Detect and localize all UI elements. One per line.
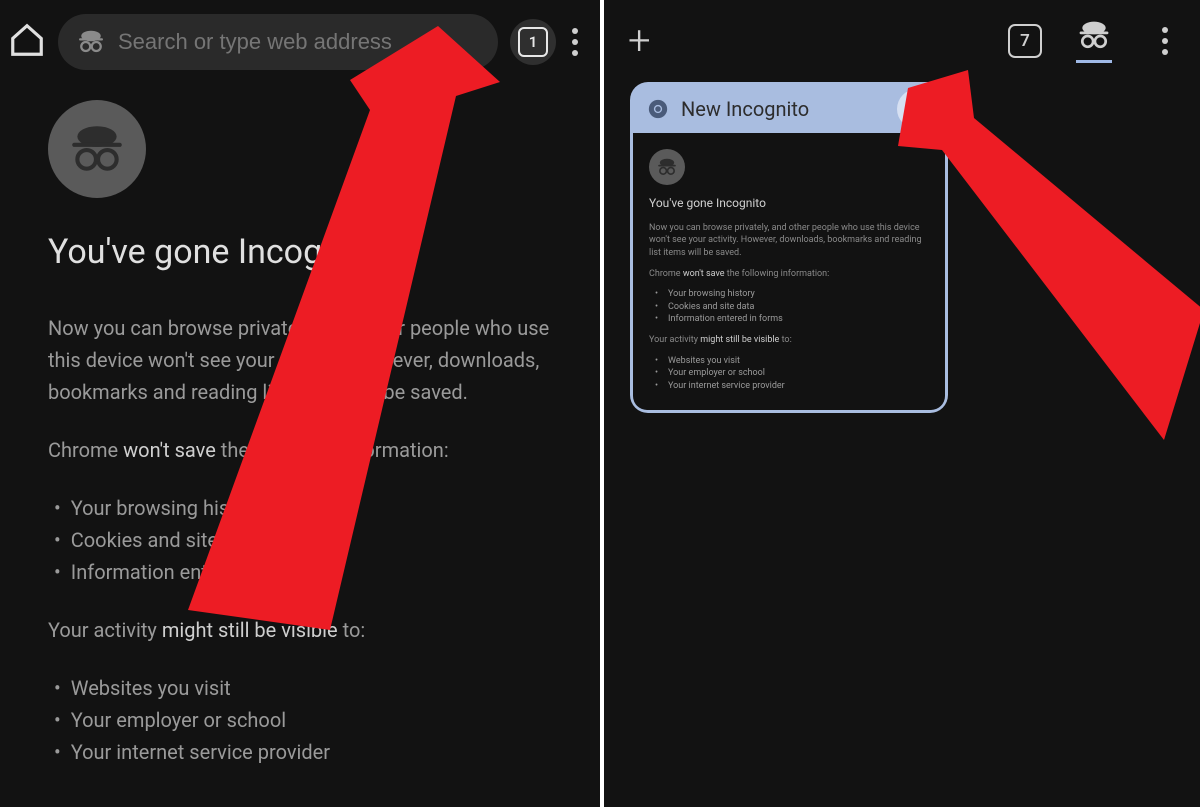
incognito-info: You've gone Incognito Now you can browse… (0, 70, 600, 768)
list-item: Information entered in forms (649, 313, 929, 326)
new-tab-icon[interactable]: + (628, 21, 651, 61)
thumb-intro: Now you can browse privately, and other … (649, 222, 929, 260)
incognito-screen: 1 You've gone Incognito Now you can brow… (0, 0, 604, 807)
list-item: Your internet service provider (649, 380, 929, 393)
overflow-menu-icon[interactable] (562, 22, 592, 62)
incognito-icon (76, 27, 106, 57)
search-input[interactable] (116, 28, 480, 56)
close-icon (907, 99, 927, 119)
wont-save-label: Chrome won't save the following informat… (48, 434, 552, 466)
list-item: Your browsing history (649, 288, 929, 301)
incognito-icon (48, 100, 146, 198)
chrome-icon (647, 98, 669, 120)
tab-count-value: 1 (518, 27, 548, 57)
incognito-intro: Now you can browse privately, and other … (48, 312, 552, 408)
tab-card-header: New Incognito (633, 85, 945, 133)
tab-switcher-toolbar: + 7 (604, 0, 1200, 63)
tab-title: New Incognito (681, 97, 897, 121)
visible-list: Websites you visitYour employer or schoo… (48, 672, 552, 768)
thumb-visible-list: Websites you visitYour employer or schoo… (649, 355, 929, 393)
home-icon[interactable] (8, 21, 46, 63)
thumb-wont-save-label: Chrome won't save the following informat… (649, 268, 929, 281)
normal-tab-count[interactable]: 7 (1008, 24, 1042, 58)
incognito-heading: You've gone Incognito (48, 232, 552, 272)
list-item: Websites you visit (48, 672, 552, 704)
incognito-mode-icon[interactable] (1076, 18, 1112, 63)
tab-switcher-screen: + 7 New Incognito You' (604, 0, 1200, 807)
list-item: Cookies and site data (48, 524, 552, 556)
list-item: Cookies and site data (649, 301, 929, 314)
close-tab-button[interactable] (897, 89, 937, 129)
list-item: Your employer or school (48, 704, 552, 736)
tab-thumbnail[interactable]: You've gone Incognito Now you can browse… (633, 133, 945, 410)
incognito-icon (649, 149, 685, 185)
list-item: Your internet service provider (48, 736, 552, 768)
top-toolbar: 1 (0, 0, 600, 70)
thumb-heading: You've gone Incognito (649, 195, 929, 212)
overflow-menu-icon[interactable] (1152, 21, 1182, 61)
visible-label: Your activity might still be visible to: (48, 614, 552, 646)
list-item: Your employer or school (649, 367, 929, 380)
thumb-visible-label: Your activity might still be visible to: (649, 334, 929, 347)
thumb-wont-save-list: Your browsing historyCookies and site da… (649, 288, 929, 326)
address-bar[interactable] (58, 14, 498, 70)
list-item: Your browsing history (48, 492, 552, 524)
wont-save-list: Your browsing historyCookies and site da… (48, 492, 552, 588)
list-item: Information entered in forms (48, 556, 552, 588)
list-item: Websites you visit (649, 355, 929, 368)
tab-card[interactable]: New Incognito You've gone Incognito Now … (630, 82, 948, 413)
tab-count-button[interactable]: 1 (510, 19, 556, 65)
